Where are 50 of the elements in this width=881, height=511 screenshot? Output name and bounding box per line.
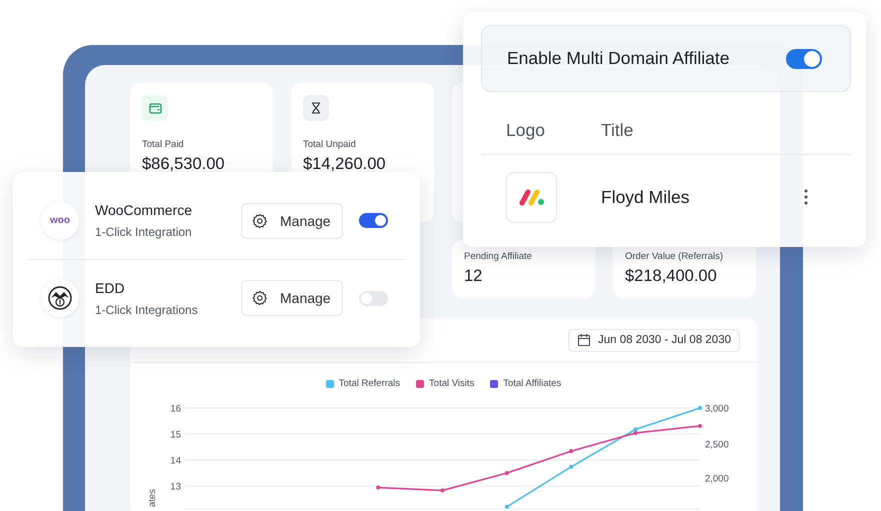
legend-label: Total Affiliates bbox=[503, 378, 562, 389]
settings-icon bbox=[252, 212, 268, 228]
stat-value: $86,530.00 bbox=[142, 155, 226, 174]
integration-name: WooCommerce bbox=[95, 202, 193, 218]
more-options-icon[interactable] bbox=[804, 189, 808, 205]
integration-name: EDD bbox=[95, 280, 126, 296]
toggle-switch[interactable] bbox=[359, 290, 388, 306]
manage-button[interactable]: Manage bbox=[241, 280, 343, 316]
column-header: Title bbox=[601, 120, 634, 140]
data-point bbox=[504, 471, 509, 475]
legend-label: Total Referrals bbox=[338, 378, 400, 389]
stat-label: Order Value (Referrals) bbox=[625, 251, 724, 262]
column-header: Logo bbox=[506, 120, 546, 140]
y-axis-tick: 14 bbox=[170, 456, 181, 466]
stat-label: Pending Affiliate bbox=[464, 251, 533, 262]
toggle-switch[interactable] bbox=[359, 213, 388, 228]
data-point bbox=[569, 449, 574, 454]
setting-label: Enable Multi Domain Affiliate bbox=[507, 48, 730, 69]
stat-value: $14,260.00 bbox=[303, 155, 387, 174]
data-point bbox=[698, 424, 702, 428]
mountain-coin-icon bbox=[48, 286, 72, 310]
data-point bbox=[440, 488, 444, 492]
manage-button[interactable]: Manage bbox=[241, 202, 343, 238]
y-axis-tick: 13 bbox=[170, 482, 181, 492]
legend-label: Total Visits bbox=[429, 378, 474, 389]
y-axis-title: ates bbox=[147, 489, 158, 507]
data-point bbox=[504, 504, 509, 509]
data-point bbox=[569, 464, 574, 469]
y-axis-tick: 15 bbox=[170, 430, 181, 440]
data-point bbox=[698, 406, 702, 410]
y-axis-tick: 16 bbox=[170, 404, 181, 414]
logo-wordmark: woo bbox=[50, 215, 70, 226]
settings-icon bbox=[252, 290, 268, 306]
stat-value: 12 bbox=[464, 267, 484, 286]
toggle-switch[interactable] bbox=[786, 48, 822, 68]
integration-subtitle: 1-Click Integrations bbox=[95, 302, 199, 317]
hourglass-icon bbox=[311, 102, 321, 114]
right-axis-tick: 2,500 bbox=[705, 440, 729, 450]
stat-label: Total Paid bbox=[142, 139, 185, 150]
stat-label: Total Unpaid bbox=[303, 139, 357, 150]
date-range-button[interactable]: Jun 08 2030 - Jul 08 2030 bbox=[568, 328, 740, 352]
stripes-dot-logo-icon bbox=[518, 187, 546, 207]
integration-subtitle: 1-Click Integration bbox=[95, 225, 193, 239]
affiliate-title: Floyd Miles bbox=[601, 186, 690, 208]
right-axis-tick: 2,000 bbox=[705, 474, 729, 484]
wallet-icon bbox=[148, 102, 162, 114]
calendar-icon bbox=[577, 333, 591, 347]
stat-value: $218,400.00 bbox=[625, 267, 718, 286]
right-axis-tick: 3,000 bbox=[705, 404, 729, 414]
data-point bbox=[376, 486, 380, 490]
